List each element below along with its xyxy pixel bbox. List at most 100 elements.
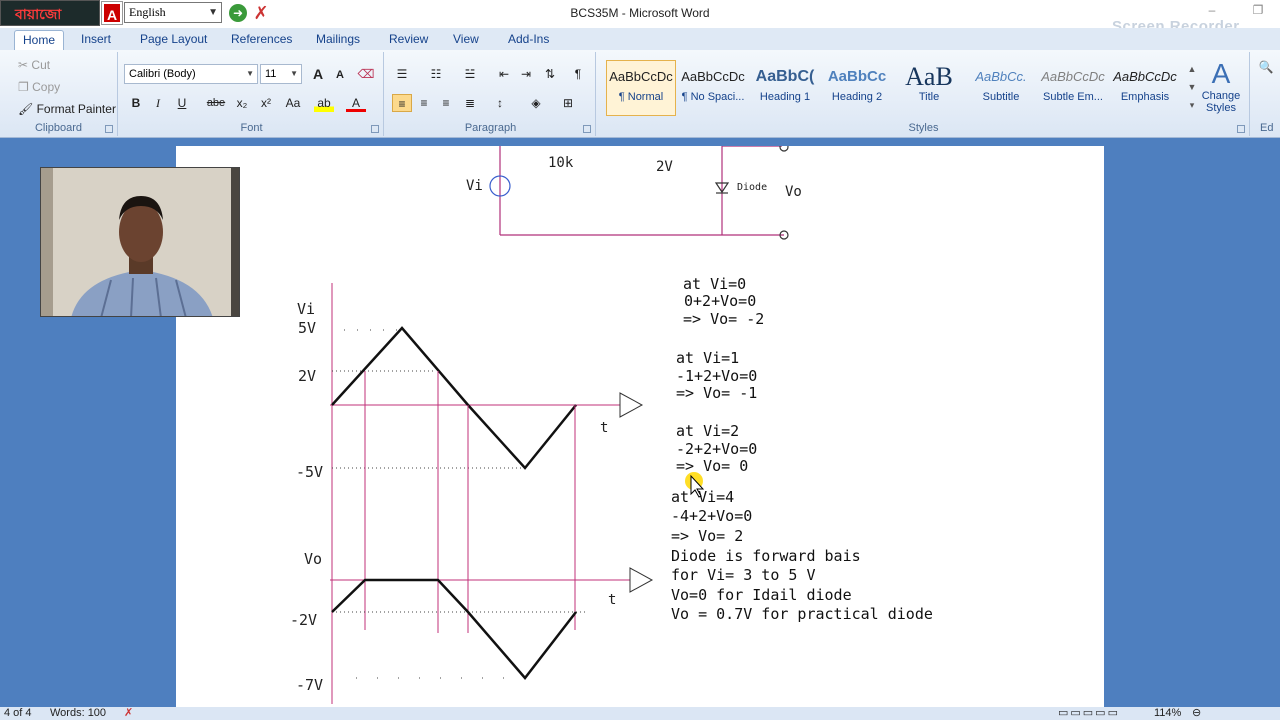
change-case-button[interactable]: Aa — [280, 94, 306, 112]
style-sample: AaBbCcDc — [681, 69, 745, 84]
style-name: ¶ No Spaci... — [681, 91, 745, 103]
title-bar: বায়াজো A English ▼ ➜ ✗ BCS35M - Microsof… — [0, 0, 1280, 35]
styles-label: Styles — [908, 122, 939, 134]
style-heading-1[interactable]: AaBbC(Heading 1 — [750, 60, 820, 116]
line-spacing-icon[interactable]: ↕ — [490, 94, 510, 112]
font-launcher[interactable] — [371, 125, 379, 133]
sort-icon[interactable]: ⇅ — [540, 65, 560, 83]
language-close-icon[interactable]: ✗ — [251, 3, 271, 23]
font-name-select[interactable]: Calibri (Body) ▼ — [124, 64, 258, 84]
style-subtle-emphasis[interactable]: AaBbCcDc Subtle Em... — [1038, 60, 1108, 116]
copy-button[interactable]: ❐ Copy — [18, 80, 60, 94]
chevron-down-icon: ▼ — [290, 69, 298, 78]
vi-tick-neg5v: -5V — [296, 463, 323, 481]
highlight-icon[interactable]: ab — [314, 94, 334, 112]
view-buttons-icon[interactable]: ▭▭▭▭▭ — [1058, 707, 1120, 720]
language-tool-icon[interactable]: A — [101, 1, 123, 25]
paintbrush-icon: 🖌 — [18, 102, 34, 116]
note-line: => Vo= 2 — [671, 527, 743, 545]
vo-waveform — [331, 578, 577, 680]
note-line: -1+2+Vo=0 — [676, 367, 757, 385]
output-label: Vo — [785, 184, 802, 200]
clipboard-launcher[interactable] — [105, 125, 113, 133]
vo-tick-neg2v: -2V — [290, 611, 317, 629]
style-sample: AaBbCcDc — [1113, 69, 1177, 84]
note-line: at Vi=1 — [676, 349, 739, 367]
zoom-out-icon[interactable]: ⊖ — [1192, 707, 1201, 720]
zoom-level[interactable]: 114% — [1154, 707, 1181, 720]
style-no-spacing[interactable]: AaBbCcDc ¶ No Spaci... — [678, 60, 748, 116]
bold-button[interactable]: B — [126, 94, 146, 112]
maximize-button[interactable]: ❐ — [1248, 3, 1268, 21]
style-title[interactable]: AaB Title — [894, 60, 964, 116]
shading-icon[interactable]: ◈ — [526, 94, 546, 112]
language-tool-logo[interactable]: বায়াজো — [0, 0, 100, 26]
decrease-indent-icon[interactable]: ⇤ — [494, 65, 514, 83]
underline-button[interactable]: U — [172, 94, 192, 112]
tab-view[interactable]: View — [445, 30, 487, 50]
style-emphasis[interactable]: AaBbCcDc Emphasis — [1110, 60, 1180, 116]
tab-add-ins[interactable]: Add-Ins — [500, 30, 557, 50]
bullets-icon[interactable]: ☰ — [392, 65, 412, 83]
format-painter-button[interactable]: 🖌 Format Painter — [18, 102, 116, 116]
shrink-font-icon[interactable]: A — [330, 66, 350, 84]
vi-time-label: t — [600, 420, 608, 436]
tab-references[interactable]: References — [223, 30, 300, 50]
superscript-button[interactable]: x² — [256, 94, 276, 112]
ribbon: ✂ Cut ❐ Copy 🖌 Format Painter Clipboard … — [0, 50, 1280, 138]
subscript-button[interactable]: x₂ — [232, 94, 252, 112]
align-right-icon[interactable]: ≡ — [436, 94, 456, 112]
page-drawing: 10k 2V Vi Diode Vo Vi 5V 2V -5V t Vo -2V… — [290, 142, 933, 704]
chevron-down-icon: ▼ — [208, 7, 218, 18]
change-styles-button[interactable]: A Change Styles — [1198, 58, 1244, 114]
grow-font-icon[interactable]: A — [308, 65, 328, 83]
paragraph-launcher[interactable] — [583, 125, 591, 133]
style-normal[interactable]: AaBbCcDc ¶ Normal — [606, 60, 676, 116]
tab-page-layout[interactable]: Page Layout — [132, 30, 215, 50]
language-select[interactable]: English ▼ — [124, 2, 222, 23]
style-name: Heading 1 — [759, 91, 811, 103]
numbering-icon[interactable]: ☷ — [426, 65, 446, 83]
page-count[interactable]: 4 of 4 — [4, 707, 32, 720]
style-name: Title — [918, 91, 940, 103]
change-styles-icon: A — [1211, 58, 1231, 89]
note-line: 0+2+Vo=0 — [684, 292, 756, 310]
clipboard-label: Clipboard — [34, 122, 83, 134]
language-ok-icon[interactable]: ➜ — [229, 4, 247, 22]
cut-button[interactable]: ✂ Cut — [18, 58, 50, 72]
tab-insert[interactable]: Insert — [73, 30, 119, 50]
font-size-select[interactable]: 11 ▼ — [260, 64, 302, 84]
note-line: at Vi=0 — [683, 275, 746, 293]
font-name-value: Calibri (Body) — [129, 68, 196, 80]
vo-graph — [330, 567, 654, 680]
resistor-label: 10k — [548, 155, 574, 171]
justify-icon[interactable]: ≣ — [460, 94, 480, 112]
style-subtitle[interactable]: AaBbCc. Subtitle — [966, 60, 1036, 116]
font-color-icon[interactable]: A — [346, 94, 366, 112]
align-center-icon[interactable]: ≡ — [414, 94, 434, 112]
style-heading-2[interactable]: AaBbCc Heading 2 — [822, 60, 892, 116]
italic-button[interactable]: I — [148, 94, 168, 112]
find-icon[interactable]: 🔍 — [1256, 58, 1276, 76]
increase-indent-icon[interactable]: ⇥ — [516, 65, 536, 83]
styles-launcher[interactable] — [1237, 125, 1245, 133]
minimize-button[interactable]: – — [1202, 3, 1222, 21]
webcam-overlay — [40, 167, 240, 317]
source-label: Vi — [466, 178, 483, 194]
document-page[interactable]: 10k 2V Vi Diode Vo Vi 5V 2V -5V t Vo -2V… — [176, 142, 1104, 707]
multilevel-list-icon[interactable]: ☱ — [460, 65, 480, 83]
borders-icon[interactable]: ⊞ — [558, 94, 578, 112]
scissors-icon: ✂ — [18, 58, 29, 72]
clear-format-icon[interactable]: ⌫ — [356, 65, 376, 83]
tab-review[interactable]: Review — [381, 30, 436, 50]
vi-axis-label: Vi — [297, 300, 315, 318]
pilcrow-icon[interactable]: ¶ — [568, 65, 588, 83]
tab-mailings[interactable]: Mailings — [308, 30, 368, 50]
proofing-icon[interactable]: ✗ — [124, 707, 133, 720]
tab-home[interactable]: Home — [14, 30, 65, 50]
word-count[interactable]: Words: 100 — [50, 707, 106, 720]
vi-waveform — [331, 326, 577, 470]
align-left-icon[interactable]: ≡ — [392, 94, 412, 112]
style-sample: AaBbCc. — [975, 69, 1027, 84]
strikethrough-button[interactable]: abe — [206, 94, 226, 112]
